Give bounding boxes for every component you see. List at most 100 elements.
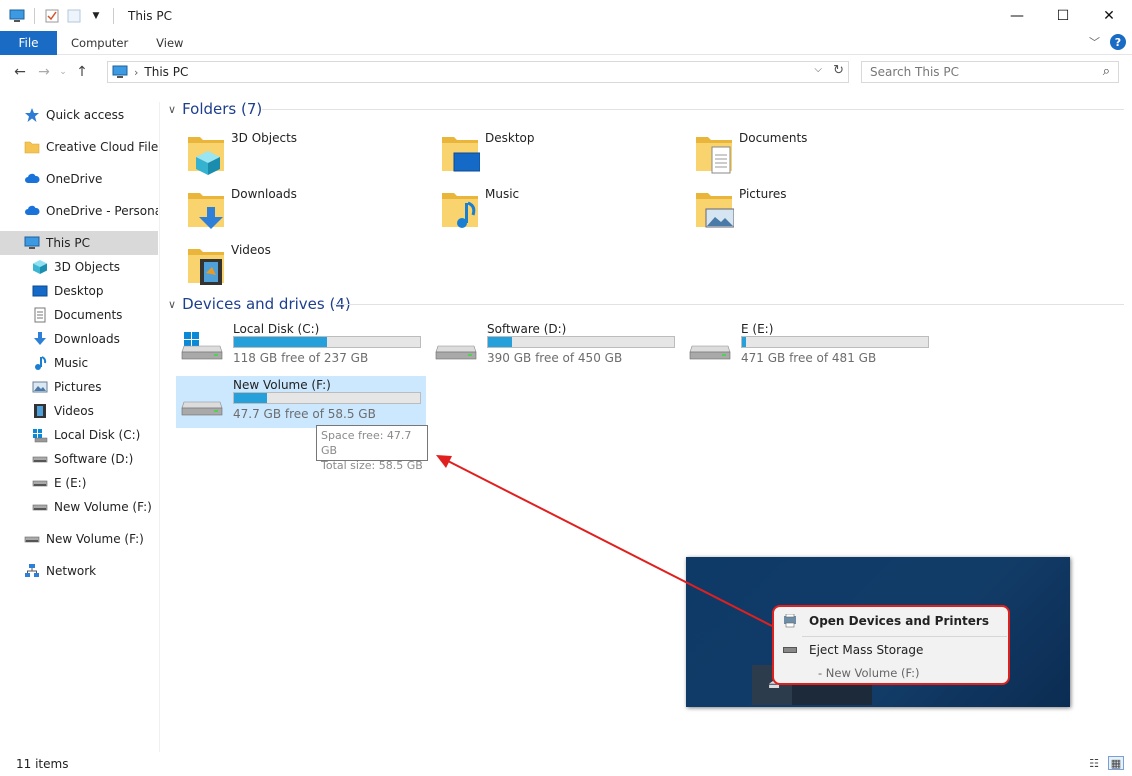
- folder-item[interactable]: 3D Objects: [186, 127, 436, 177]
- file-explorer-window: ▼ This PC — ☐ ✕ File Computer View ﹀ ? ←…: [0, 0, 1132, 776]
- cloud-icon: [24, 171, 40, 187]
- sidebar-item-label: Desktop: [54, 284, 104, 298]
- sidebar-item-videos[interactable]: Videos: [0, 399, 158, 423]
- sidebar-item-downloads[interactable]: Downloads: [0, 327, 158, 351]
- maximize-button[interactable]: ☐: [1040, 0, 1086, 31]
- folder-icon: [24, 139, 40, 155]
- details-view-icon[interactable]: ☷: [1086, 756, 1102, 770]
- drive-icon: [434, 332, 478, 360]
- sidebar-item-label: New Volume (F:): [46, 532, 144, 546]
- status-bar: 11 items ☷ ▦: [0, 752, 1132, 776]
- folder-item[interactable]: Downloads: [186, 183, 436, 233]
- sidebar-item-label: OneDrive - Personal: [46, 204, 158, 218]
- drives-group-header[interactable]: ∨ Devices and drives (4): [168, 294, 1124, 314]
- search-input[interactable]: Search This PC ⌕: [861, 61, 1119, 83]
- eject-mass-storage-item[interactable]: Eject Mass Storage: [782, 643, 923, 657]
- drive-usage-fill: [742, 337, 746, 347]
- folder-name: 3D Objects: [231, 131, 298, 145]
- download-icon: [32, 331, 48, 347]
- drive-icon: [24, 531, 40, 547]
- chevron-down-icon[interactable]: ∨: [168, 298, 176, 311]
- sidebar-item-local-disk-c[interactable]: Local Disk (C:): [0, 423, 158, 447]
- drive-item[interactable]: Local Disk (C:) 118 GB free of 237 GB: [176, 320, 426, 372]
- large-icons-view-icon[interactable]: ▦: [1108, 756, 1124, 770]
- drive-free-space: 471 GB free of 481 GB: [741, 351, 877, 365]
- cloud-icon: [24, 203, 40, 219]
- sidebar-item-this-pc[interactable]: This PC: [0, 231, 158, 255]
- breadcrumb[interactable]: This PC: [144, 65, 188, 79]
- sidebar-item-desktop[interactable]: Desktop: [0, 279, 158, 303]
- eject-target-label[interactable]: - New Volume (F:): [818, 666, 920, 680]
- sidebar-item-new-volume-f[interactable]: New Volume (F:): [0, 527, 158, 551]
- drive-name: New Volume (F:): [233, 378, 331, 392]
- drive-free-space: 118 GB free of 237 GB: [233, 351, 369, 365]
- sidebar-item-documents[interactable]: Documents: [0, 303, 158, 327]
- sidebar-item-3d-objects[interactable]: 3D Objects: [0, 255, 158, 279]
- folder-desktop-icon: [440, 131, 481, 175]
- sidebar-item-new-volume-f[interactable]: New Volume (F:): [0, 495, 158, 519]
- sidebar-item-onedrive-personal[interactable]: OneDrive - Personal: [0, 199, 158, 223]
- expand-ribbon-icon[interactable]: ﹀: [1089, 34, 1100, 50]
- tab-file[interactable]: File: [0, 30, 57, 55]
- customize-toolbar-icon[interactable]: ▼: [87, 7, 105, 25]
- drive-item[interactable]: E (E:) 471 GB free of 481 GB: [684, 320, 934, 372]
- group-title: Devices and drives (4): [182, 295, 351, 313]
- folder-item[interactable]: Pictures: [694, 183, 944, 233]
- sidebar-item-label: Documents: [54, 308, 123, 322]
- tooltip-space-free: Space free: 47.7 GB: [321, 429, 412, 457]
- sidebar-item-label: Videos: [54, 404, 94, 418]
- back-arrow-icon[interactable]: ←: [8, 60, 32, 84]
- recent-locations-icon[interactable]: ⌄: [56, 60, 70, 84]
- sidebar-item-label: Music: [54, 356, 89, 370]
- folders-group-header[interactable]: ∨ Folders (7): [168, 99, 1124, 119]
- folder-item[interactable]: Desktop: [440, 127, 690, 177]
- close-button[interactable]: ✕: [1086, 0, 1132, 31]
- drive-icon: [688, 332, 732, 360]
- printer-icon: [782, 614, 798, 628]
- refresh-icon[interactable]: ↻: [833, 63, 844, 78]
- sidebar-item-onedrive[interactable]: OneDrive: [0, 167, 158, 191]
- help-icon[interactable]: ?: [1110, 34, 1126, 50]
- folder-picture-icon: [694, 187, 735, 231]
- folder-item[interactable]: Music: [440, 183, 690, 233]
- properties-icon[interactable]: [43, 7, 61, 25]
- desktop-icon: [32, 283, 48, 299]
- drive-item[interactable]: Software (D:) 390 GB free of 450 GB: [430, 320, 680, 372]
- up-arrow-icon[interactable]: ↑: [70, 60, 94, 84]
- minimize-button[interactable]: —: [994, 0, 1040, 31]
- menu-item-label: Open Devices and Printers: [809, 614, 989, 628]
- sidebar-item-creative-cloud-files-p[interactable]: Creative Cloud Files P: [0, 135, 158, 159]
- new-folder-icon[interactable]: [65, 7, 83, 25]
- network-icon: [24, 563, 40, 579]
- sidebar-item-quick-access[interactable]: Quick access: [0, 103, 158, 127]
- drive-icon: [32, 475, 48, 491]
- chevron-down-icon[interactable]: ⌵: [814, 64, 822, 75]
- folder-item[interactable]: Videos: [186, 239, 436, 289]
- music-icon: [32, 355, 48, 371]
- sidebar-item-music[interactable]: Music: [0, 351, 158, 375]
- chevron-down-icon[interactable]: ∨: [168, 103, 176, 116]
- sidebar-item-label: 3D Objects: [54, 260, 121, 274]
- sidebar-item-label: Downloads: [54, 332, 120, 346]
- drive-usage-bar: [233, 336, 421, 348]
- star-icon: [24, 107, 40, 123]
- search-icon[interactable]: ⌕: [1103, 64, 1110, 79]
- drive-usage-fill: [234, 337, 327, 347]
- sidebar-item-label: Quick access: [46, 108, 125, 122]
- folder-name: Pictures: [739, 187, 787, 201]
- quick-access-toolbar: ▼ This PC: [0, 7, 172, 25]
- open-devices-printers-item[interactable]: Open Devices and Printers: [782, 614, 989, 628]
- drive-name: Software (D:): [487, 322, 567, 336]
- folder-item[interactable]: Documents: [694, 127, 944, 177]
- sidebar-item-e-e[interactable]: E (E:): [0, 471, 158, 495]
- address-bar[interactable]: › This PC ⌵ ↻: [107, 61, 849, 83]
- navigation-pane: Quick access Creative Cloud Files P OneDri…: [0, 102, 160, 752]
- tab-computer[interactable]: Computer: [57, 36, 142, 50]
- drive-item[interactable]: New Volume (F:) 47.7 GB free of 58.5 GB: [176, 376, 426, 428]
- tab-view[interactable]: View: [142, 36, 197, 50]
- sidebar-item-software-d[interactable]: Software (D:): [0, 447, 158, 471]
- forward-arrow-icon[interactable]: →: [32, 60, 56, 84]
- sidebar-item-pictures[interactable]: Pictures: [0, 375, 158, 399]
- sidebar-item-network[interactable]: Network: [0, 559, 158, 583]
- drive-icon: [180, 388, 224, 416]
